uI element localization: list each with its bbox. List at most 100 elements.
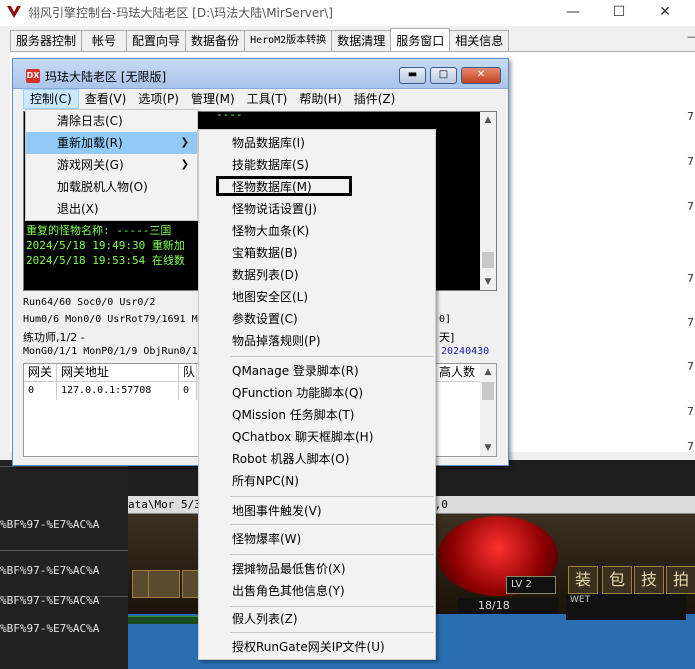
menu-tools[interactable]: 工具(T) <box>241 89 294 109</box>
submenu-item[interactable]: 地图事件触发(V) <box>199 500 435 522</box>
grid-header-cell[interactable]: 队 <box>179 364 197 382</box>
menu-plugins[interactable]: 插件(Z) <box>348 89 402 109</box>
maximize-icon[interactable]: ☐ <box>596 0 642 26</box>
submenu-item[interactable]: 地图安全区(L) <box>199 286 435 308</box>
log-scrollbar[interactable]: ▲ ▼ <box>480 112 496 290</box>
status-right-value: 0] <box>439 314 452 325</box>
submenu-item[interactable]: 假人列表(Z) <box>199 608 435 630</box>
tab-server-control[interactable]: 服务器控制 <box>10 30 83 52</box>
menu-control[interactable]: 控制(C) <box>23 89 79 109</box>
edge-glyph: 7 <box>687 440 694 453</box>
grid-header-cell[interactable]: 网关 <box>24 364 57 382</box>
submenu-item[interactable]: 怪物大血条(K) <box>199 220 435 242</box>
inner-menubar: 控制(C) 查看(V) 选项(P) 管理(M) 工具(T) 帮助(H) 插件(Z… <box>23 89 500 109</box>
menu-item-label: 退出(X) <box>57 202 99 216</box>
background-terminal: %BF%97-%E7%AC%A %BF%97-%E7%AC%A %BF%97-%… <box>0 460 128 669</box>
grid-cell: 0 <box>24 382 57 400</box>
tab-config-wizard[interactable]: 配置向导 <box>126 30 187 52</box>
submenu-item[interactable]: 参数设置(C) <box>199 308 435 330</box>
menu-item-reload[interactable]: 重新加载(R) ❯ <box>26 132 197 154</box>
status-run: Run64/60 Soc0/0 Usr0/2 <box>23 297 156 308</box>
scroll-up-icon[interactable]: ▲ <box>480 364 496 380</box>
scroll-thumb[interactable] <box>482 252 494 268</box>
tab-service-window[interactable]: 服务窗口 <box>390 28 451 52</box>
submenu-item[interactable]: 怪物说话设置(J) <box>199 198 435 220</box>
tab-accounts[interactable]: 帐号 <box>81 30 128 52</box>
close-icon[interactable]: ✕ <box>642 0 688 26</box>
menu-item-clear-log[interactable]: 清除日志(C) <box>26 110 197 132</box>
skill-button[interactable]: 技 <box>634 566 664 594</box>
menu-item-label: 重新加载(R) <box>57 136 123 150</box>
tab-related-info[interactable]: 相关信息 <box>449 30 510 52</box>
skill-slot[interactable] <box>148 570 180 598</box>
scroll-down-icon[interactable]: ▼ <box>480 274 496 290</box>
submenu-item[interactable]: 物品掉落规则(P) <box>199 330 435 352</box>
menu-item-label: 游戏网关(G) <box>57 158 124 172</box>
minimize-icon[interactable]: ▬ <box>399 67 426 84</box>
menu-item-exit[interactable]: 退出(X) <box>26 198 197 220</box>
edge-glyph: 7 <box>687 316 694 329</box>
terminal-line: %BF%97-%E7%AC%A <box>0 622 100 635</box>
status-trainer: 练功师,1/2 - <box>23 331 85 344</box>
edge-glyph: 7 <box>687 360 694 373</box>
bag-button[interactable]: 包 <box>602 566 632 594</box>
edge-glyph: 7 <box>687 200 694 213</box>
submenu-item[interactable]: QChatbox 聊天框脚本(H) <box>199 426 435 448</box>
menu-item-label: 清除日志(C) <box>57 114 123 128</box>
menu-item-load-offline[interactable]: 加载脱机人物(O) <box>26 176 197 198</box>
inner-window-title: 玛珐大陆老区 [无限版] <box>45 70 167 84</box>
menu-separator <box>230 524 433 525</box>
close-icon[interactable]: ✕ <box>461 67 501 84</box>
dx-app-icon: DX <box>26 69 40 83</box>
equip-button[interactable]: 装 <box>568 566 598 594</box>
log-line: ---- <box>216 108 243 121</box>
grid-header-cell[interactable]: 高人数 <box>439 364 481 382</box>
tab-data-cleanup[interactable]: 数据清理 <box>331 30 392 52</box>
submenu-item[interactable]: QManage 登录脚本(R) <box>199 360 435 382</box>
menu-options[interactable]: 选项(P) <box>132 89 185 109</box>
inner-titlebar[interactable]: DX 玛珐大陆老区 [无限版] ▬ □ ✕ <box>13 59 508 89</box>
edge-glyph: 7 <box>687 155 694 168</box>
divider <box>0 550 128 551</box>
reload-submenu: 物品数据库(I) 技能数据库(S) 怪物数据库(M) 怪物说话设置(J) 怪物大… <box>198 129 436 660</box>
submenu-item[interactable]: Robot 机器人脚本(O) <box>199 448 435 470</box>
chevron-right-icon: ❯ <box>180 159 189 170</box>
grid-scrollbar[interactable]: ▲ ▼ <box>480 364 496 456</box>
submenu-item[interactable]: 摆摊物品最低售价(X) <box>199 558 435 580</box>
terminal-line: %BF%97-%E7%AC%A <box>0 594 100 607</box>
menu-separator <box>230 496 433 497</box>
submenu-item[interactable]: 所有NPC(N) <box>199 470 435 492</box>
main-tab-bar: 服务器控制 帐号 配置向导 数据备份 HeroM2版本转换 数据清理 服务窗口 … <box>10 28 510 52</box>
menu-help[interactable]: 帮助(H) <box>293 89 347 109</box>
main-window-title: 翎风引擎控制台-玛珐大陆老区 [D:\玛法大陆\MirServer\] <box>28 6 333 20</box>
scroll-down-icon[interactable]: ▼ <box>480 440 496 456</box>
table-row[interactable]: 0 127.0.0.1:57708 0 <box>24 382 197 400</box>
log-line: 2024/5/18 19:49:30 重新加 <box>26 239 185 252</box>
tab-herom2-convert[interactable]: HeroM2版本转换 <box>244 30 333 52</box>
submenu-item[interactable]: 授权RunGate网关IP文件(U) <box>199 636 435 658</box>
scroll-up-icon[interactable]: ▲ <box>480 112 496 128</box>
minimize-icon[interactable]: — <box>550 0 596 26</box>
tab-data-backup[interactable]: 数据备份 <box>185 30 246 52</box>
menu-separator <box>230 554 433 555</box>
submenu-item[interactable]: QMission 任务脚本(T) <box>199 404 435 426</box>
menu-manage[interactable]: 管理(M) <box>185 89 241 109</box>
submenu-item[interactable]: 数据列表(D) <box>199 264 435 286</box>
log-line: 重复的怪物名称: -----三国 <box>26 224 172 237</box>
scroll-thumb[interactable] <box>482 382 494 400</box>
main-titlebar[interactable]: 翎风引擎控制台-玛珐大陆老区 [D:\玛法大陆\MirServer\] — ☐ … <box>0 0 695 26</box>
submenu-item[interactable]: 出售角色其他信息(Y) <box>199 580 435 602</box>
menu-item-game-gateway[interactable]: 游戏网关(G) ❯ <box>26 154 197 176</box>
submenu-item[interactable]: QFunction 功能脚本(Q) <box>199 382 435 404</box>
grid-header-cell[interactable]: 网关地址 <box>57 364 179 382</box>
grid-cell: 0 <box>179 382 197 400</box>
submenu-item[interactable]: 宝箱数据(B) <box>199 242 435 264</box>
maximize-icon[interactable]: □ <box>430 67 457 84</box>
control-menu-dropdown: 清除日志(C) 重新加载(R) ❯ 游戏网关(G) ❯ 加载脱机人物(O) 退出(X… <box>25 109 198 221</box>
submenu-item[interactable]: 物品数据库(I) <box>199 132 435 154</box>
submenu-item[interactable]: 技能数据库(S) <box>199 154 435 176</box>
menu-separator <box>230 356 433 357</box>
auction-button[interactable]: 拍 <box>666 566 695 594</box>
menu-view[interactable]: 查看(V) <box>79 89 133 109</box>
submenu-item[interactable]: 怪物爆率(W) <box>199 528 435 550</box>
